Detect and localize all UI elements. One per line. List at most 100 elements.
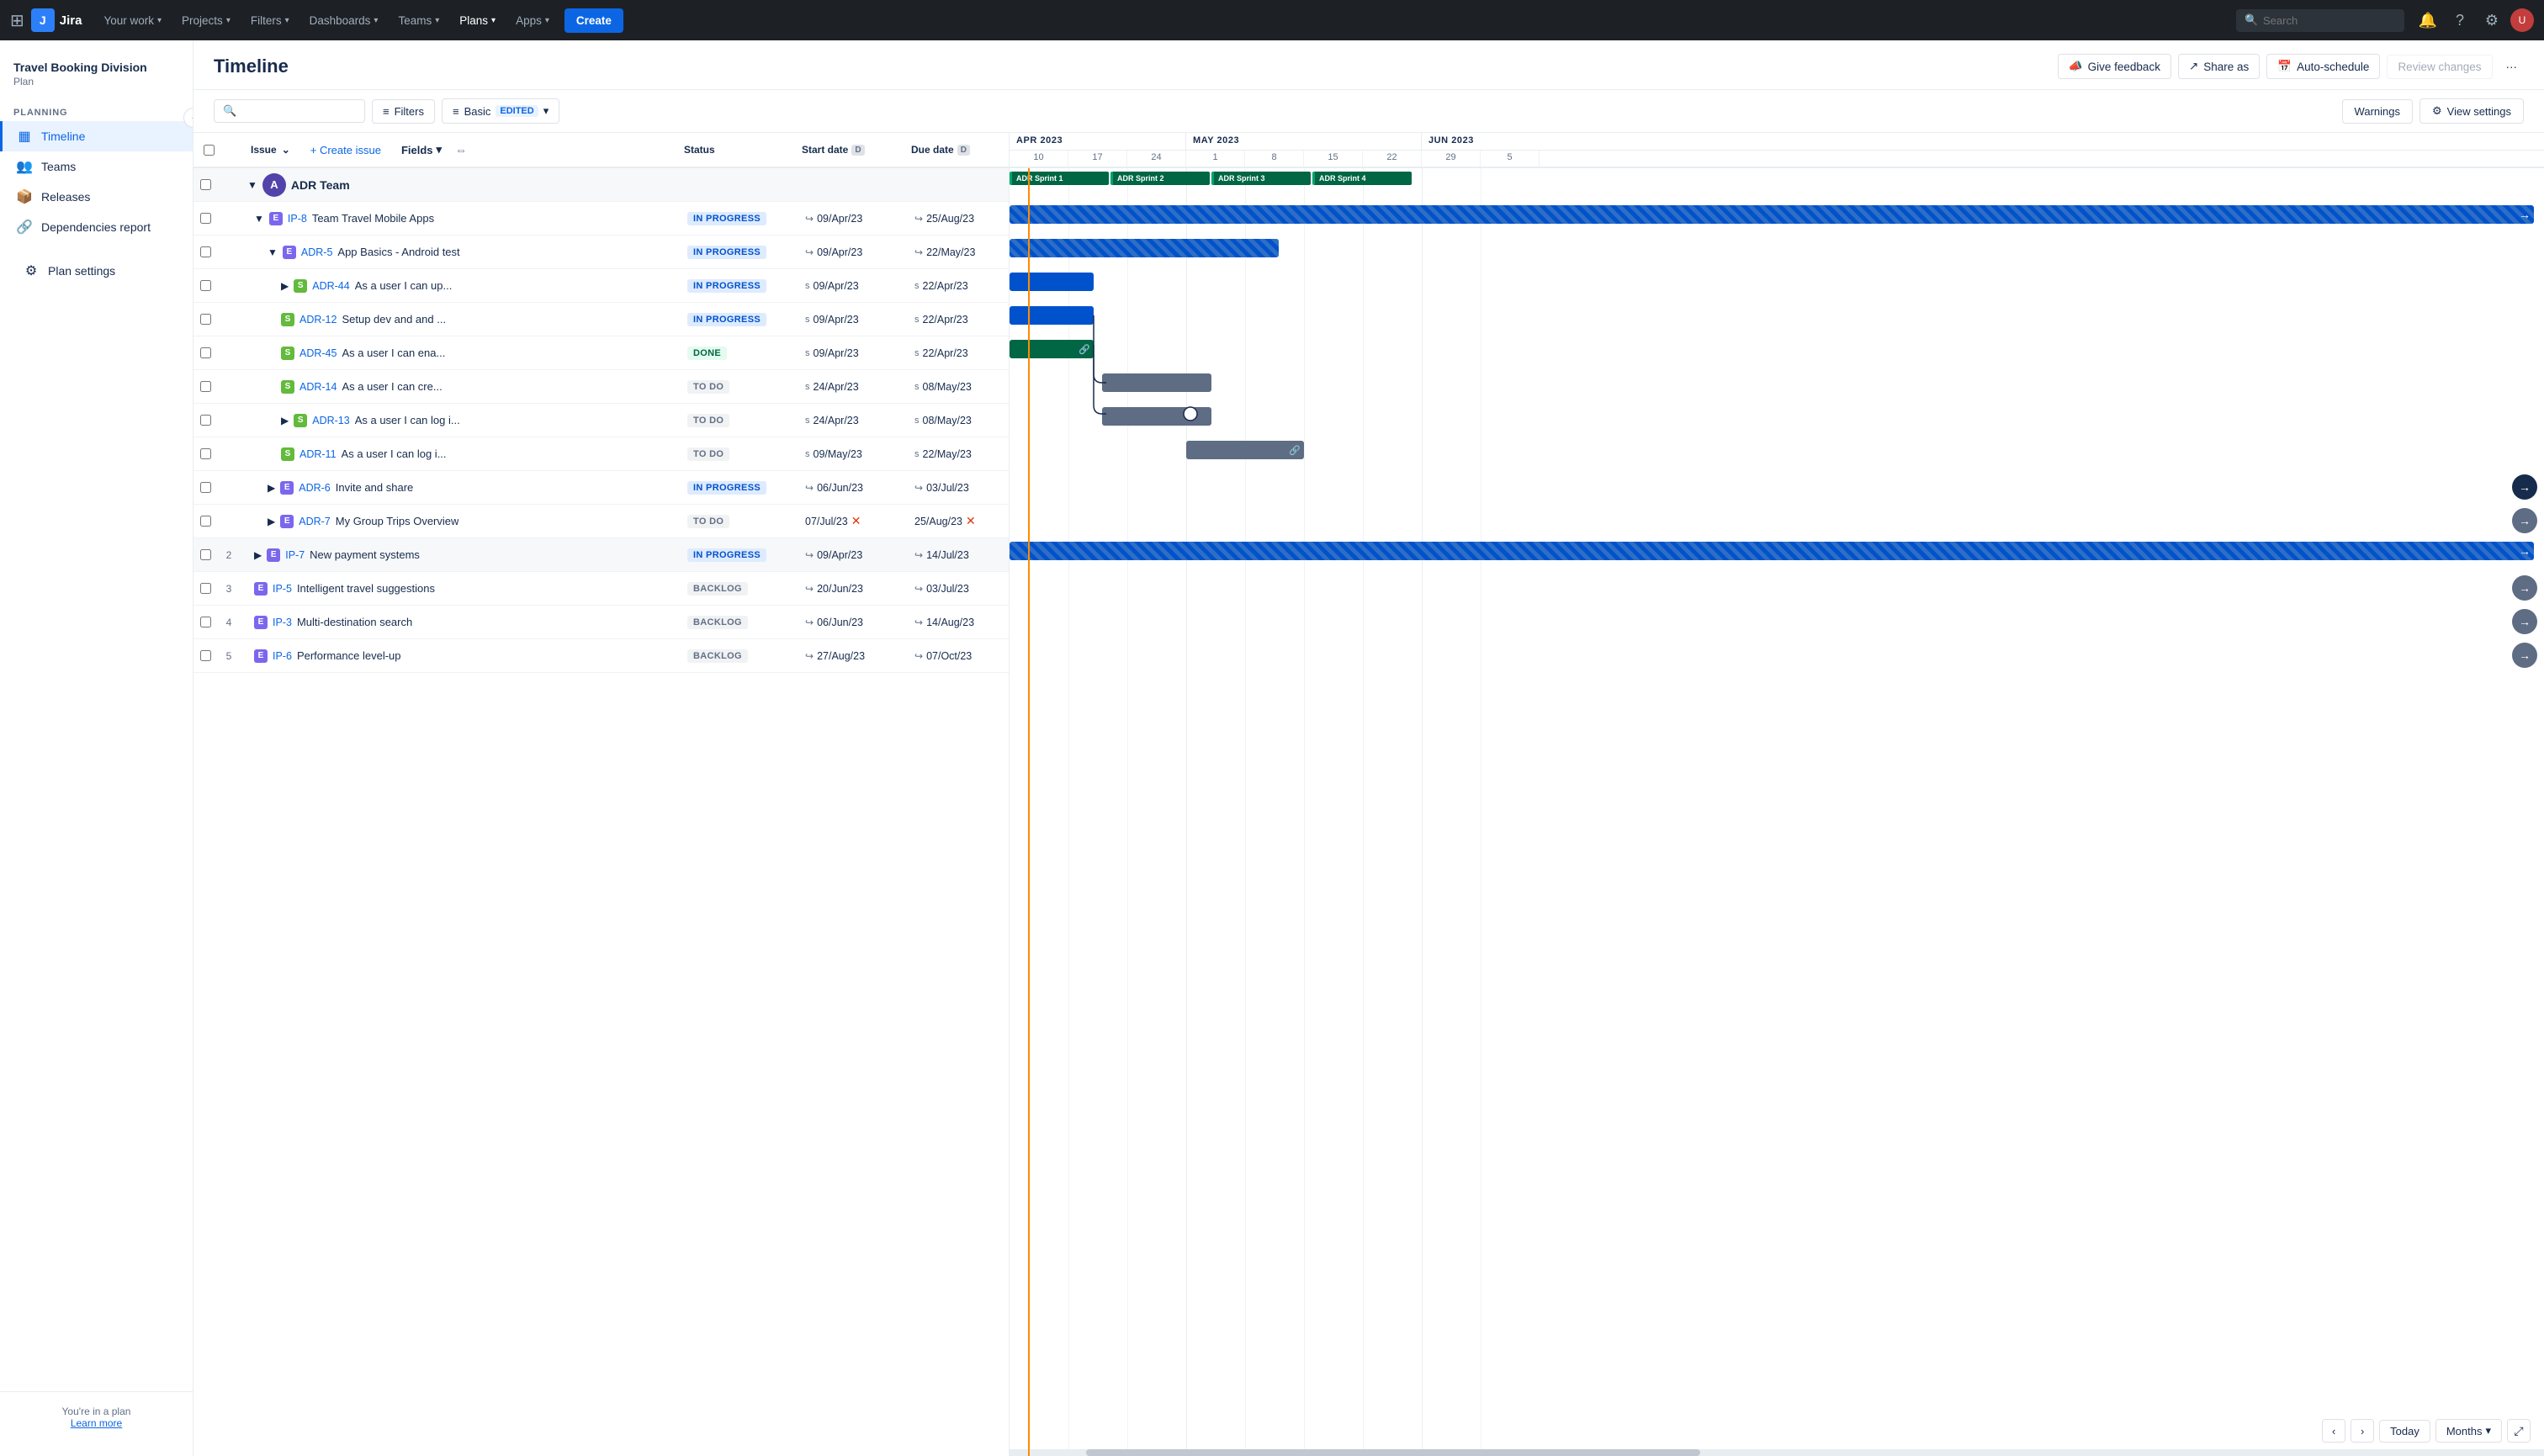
table-row[interactable]: ▼ E ADR-5 App Basics - Android test IN P…	[193, 236, 1009, 269]
table-row[interactable]: 2 ▶ E IP-7 New payment systems IN PROGRE…	[193, 538, 1009, 572]
row-check-input[interactable]	[200, 381, 211, 392]
expand-chevron[interactable]: ▶	[268, 516, 275, 527]
gantt-today-button[interactable]: Today	[2379, 1420, 2430, 1443]
nav-dashboards[interactable]: Dashboards▾	[301, 9, 387, 32]
issue-key[interactable]: ADR-6	[299, 482, 331, 494]
row-check-input[interactable]	[200, 482, 211, 493]
issue-key[interactable]: IP-6	[273, 650, 292, 662]
row-check-input[interactable]	[200, 314, 211, 325]
gantt-bar-ip7[interactable]: →	[1010, 542, 2534, 560]
gantt-bar-adr12[interactable]	[1010, 306, 1094, 325]
row-check-input[interactable]	[200, 280, 211, 291]
expand-chevron[interactable]: ▶	[281, 280, 289, 292]
issue-key[interactable]: ADR-13	[312, 415, 349, 426]
fullscreen-button[interactable]: ⤢	[2507, 1419, 2531, 1443]
row-check-input[interactable]	[200, 347, 211, 358]
row-check-input[interactable]	[200, 246, 211, 257]
row-check-input[interactable]	[200, 650, 211, 661]
table-row[interactable]: ▶ S ADR-13 As a user I can log i... TO D…	[193, 404, 1009, 437]
settings-icon[interactable]: ⚙	[2478, 7, 2505, 34]
sidebar-item-timeline[interactable]: ▦ Timeline	[0, 121, 193, 151]
issue-key[interactable]: ADR-44	[312, 280, 349, 292]
give-feedback-button[interactable]: 📣 Give feedback	[2058, 54, 2171, 79]
check-all-input[interactable]	[204, 145, 215, 156]
row-check-input[interactable]	[200, 617, 211, 627]
gantt-bar-adr11[interactable]: 🔗	[1186, 441, 1304, 459]
sidebar-learn-more-link[interactable]: Learn more	[13, 1417, 179, 1429]
gantt-bar-adr44[interactable]	[1010, 273, 1094, 291]
table-row[interactable]: S ADR-14 As a user I can cre... TO DO s …	[193, 370, 1009, 404]
expand-chevron[interactable]: ▶	[254, 549, 262, 561]
start-x-icon[interactable]: ✕	[851, 514, 861, 528]
sidebar-plan-settings[interactable]: ⚙ Plan settings	[7, 256, 186, 286]
table-row[interactable]: 5 E IP-6 Performance level-up BACKLOG ↪ …	[193, 639, 1009, 673]
nav-your-work[interactable]: Your work▾	[95, 9, 170, 32]
issue-header-btn[interactable]: Issue ⌄	[244, 137, 297, 162]
review-changes-button[interactable]: Review changes	[2387, 55, 2492, 79]
issue-key[interactable]: IP-3	[273, 617, 292, 628]
row-check-input[interactable]	[200, 583, 211, 594]
issue-key[interactable]: ADR-12	[299, 314, 337, 326]
issue-key[interactable]: IP-5	[273, 583, 292, 595]
due-x-icon[interactable]: ✕	[966, 514, 976, 528]
gantt-nav-ip5[interactable]: →	[2512, 575, 2537, 601]
gantt-bar-adr13[interactable]	[1102, 407, 1211, 426]
issue-key[interactable]: ADR-14	[299, 381, 337, 393]
expand-chevron[interactable]: ▼	[254, 213, 264, 225]
row-check-input[interactable]	[200, 415, 211, 426]
row-check-input[interactable]	[200, 448, 211, 459]
gantt-nav-ip3[interactable]: →	[2512, 609, 2537, 634]
notifications-icon[interactable]: 🔔	[2414, 7, 2441, 34]
table-row[interactable]: S ADR-45 As a user I can ena... DONE s 0…	[193, 336, 1009, 370]
gantt-bar-adr45[interactable]: 🔗	[1010, 340, 1094, 358]
fields-button[interactable]: Fields ▾	[395, 140, 448, 160]
more-options-button[interactable]: ···	[2499, 56, 2525, 78]
create-button[interactable]: Create	[564, 8, 623, 33]
issue-key[interactable]: ADR-7	[299, 516, 331, 527]
gantt-scrollbar[interactable]	[1010, 1449, 2544, 1456]
grid-icon[interactable]: ⊞	[10, 10, 24, 31]
share-as-button[interactable]: ↗ Share as	[2178, 54, 2260, 79]
expand-chevron[interactable]: ▶	[268, 482, 275, 494]
gantt-bar-adr5[interactable]	[1010, 239, 1279, 257]
gantt-bar-ip8[interactable]: →	[1010, 205, 2534, 224]
expand-all-icon[interactable]: ⇔	[455, 143, 467, 156]
nav-plans[interactable]: Plans▾	[451, 9, 504, 32]
gantt-nav-adr7[interactable]: →	[2512, 508, 2537, 533]
table-row[interactable]: S ADR-12 Setup dev and and ... IN PROGRE…	[193, 303, 1009, 336]
gantt-nav-adr6[interactable]: →	[2512, 474, 2537, 500]
view-settings-button[interactable]: ⚙ View settings	[2419, 98, 2524, 124]
group-chevron[interactable]: ▼	[247, 179, 257, 191]
expand-chevron[interactable]: ▶	[281, 415, 289, 426]
group-check-input[interactable]	[200, 179, 211, 190]
row-check-input[interactable]	[200, 516, 211, 527]
warnings-button[interactable]: Warnings	[2342, 99, 2413, 124]
expand-chevron[interactable]: ▼	[268, 246, 278, 258]
table-row[interactable]: 4 E IP-3 Multi-destination search BACKLO…	[193, 606, 1009, 639]
gantt-months-button[interactable]: Months ▾	[2435, 1419, 2502, 1443]
basic-button[interactable]: ≡ Basic EDITED ▾	[442, 98, 559, 124]
search-field[interactable]	[241, 105, 356, 118]
nav-apps[interactable]: Apps▾	[507, 9, 558, 32]
jira-logo[interactable]: J Jira	[31, 8, 82, 32]
sidebar-item-releases[interactable]: 📦 Releases	[0, 182, 193, 212]
table-row[interactable]: 3 E IP-5 Intelligent travel suggestions …	[193, 572, 1009, 606]
sidebar-item-dependencies[interactable]: 🔗 Dependencies report	[0, 212, 193, 242]
table-row[interactable]: ▶ S ADR-44 As a user I can up... IN PROG…	[193, 269, 1009, 303]
gantt-bar-adr14[interactable]	[1102, 373, 1211, 392]
nav-filters[interactable]: Filters▾	[242, 9, 298, 32]
issue-key[interactable]: ADR-45	[299, 347, 337, 359]
table-row[interactable]: ▶ E ADR-7 My Group Trips Overview TO DO …	[193, 505, 1009, 538]
create-issue-button[interactable]: + Create issue	[304, 140, 388, 160]
gantt-next-button[interactable]: ›	[2351, 1419, 2374, 1443]
table-row[interactable]: ▼ E IP-8 Team Travel Mobile Apps IN PROG…	[193, 202, 1009, 236]
status-col-header[interactable]: Status	[677, 137, 795, 162]
start-col-header[interactable]: Start date D	[795, 137, 904, 162]
table-row[interactable]: S ADR-11 As a user I can log i... TO DO …	[193, 437, 1009, 471]
auto-schedule-button[interactable]: 📅 Auto-schedule	[2266, 54, 2380, 79]
avatar[interactable]: U	[2510, 8, 2534, 32]
issue-key[interactable]: IP-8	[288, 213, 307, 225]
gantt-nav-ip6[interactable]: →	[2512, 643, 2537, 668]
filters-button[interactable]: ≡ Filters	[372, 99, 435, 124]
issue-key[interactable]: IP-7	[285, 549, 305, 561]
